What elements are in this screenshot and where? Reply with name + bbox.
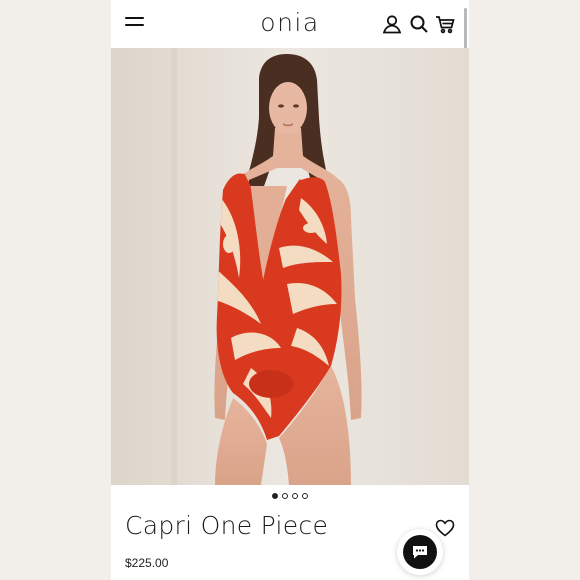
cart-icon[interactable]	[434, 13, 456, 35]
carousel-dot-2[interactable]	[282, 493, 288, 499]
screenshot-frame: onia Capri One Piece $225.00	[0, 0, 580, 580]
carousel-dot-1[interactable]	[272, 493, 278, 499]
product-price: $225.00	[125, 556, 169, 570]
carousel-dot-4[interactable]	[302, 493, 308, 499]
carousel-dot-3[interactable]	[292, 493, 298, 499]
chat-bubble-icon	[403, 535, 437, 569]
account-icon[interactable]	[381, 13, 403, 35]
site-header: onia	[111, 0, 469, 48]
heart-icon[interactable]	[435, 519, 455, 537]
image-carousel-dots	[111, 493, 469, 503]
product-title: Capri One Piece	[125, 511, 329, 540]
product-image[interactable]	[111, 48, 469, 485]
chat-widget-button[interactable]	[397, 529, 443, 575]
search-icon[interactable]	[408, 13, 430, 35]
mobile-page: onia Capri One Piece $225.00	[111, 0, 469, 580]
